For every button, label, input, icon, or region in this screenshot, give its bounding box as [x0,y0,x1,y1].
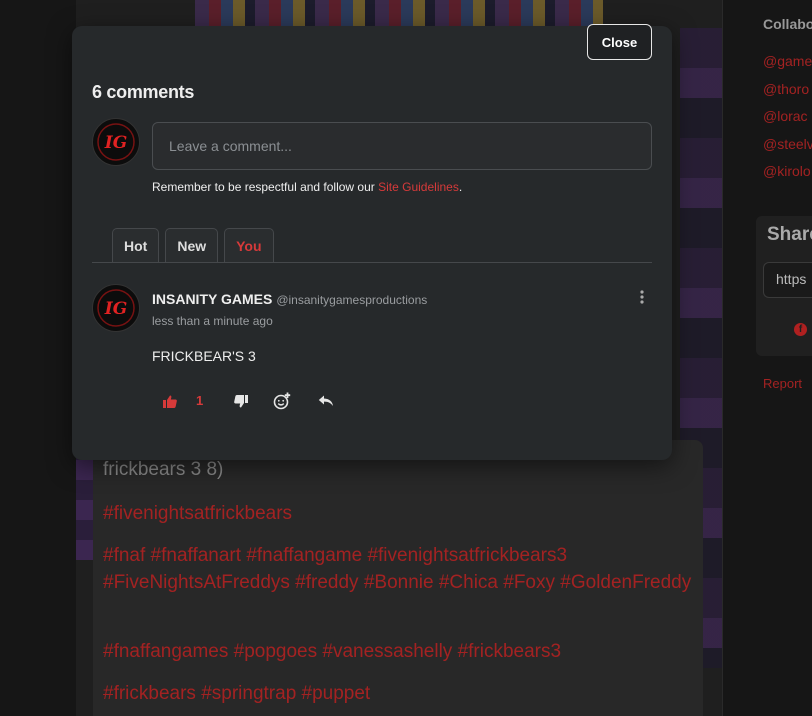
hashtag-line[interactable]: #fnaffangames #popgoes #vanessashelly #f… [103,638,693,665]
close-button[interactable]: Close [587,24,652,60]
like-count: 1 [196,393,204,408]
author-name[interactable]: INSANITY GAMES [152,291,272,307]
collaborator-link[interactable]: @steelv [763,136,812,152]
report-link[interactable]: Report [763,376,802,391]
hashtag-line[interactable]: #frickbears #springtrap #puppet [103,680,693,707]
collaborator-link[interactable]: @lorac [763,108,808,124]
facebook-icon[interactable]: f [794,323,807,336]
description-text: frickbears 3 8) [103,459,224,480]
comments-modal: Close 6 comments IG Remember to be respe… [72,24,672,460]
comment-count: 6 comments [92,82,195,102]
like-button[interactable] [159,390,181,412]
game-banner-image [195,0,603,28]
collaborator-link[interactable]: @thoro [763,81,809,97]
author-handle: @insanitygamesproductions [276,293,428,307]
comment-input[interactable] [152,122,652,170]
thumbs-down-icon [234,394,248,407]
more-options-icon[interactable] [632,290,652,310]
tab-you[interactable]: You [224,228,274,262]
thumbs-up-icon [163,395,177,408]
share-url-field[interactable]: https [763,262,812,298]
comment-author-avatar[interactable]: IG [92,284,140,332]
current-user-avatar[interactable]: IG [92,118,140,166]
comment-timestamp: less than a minute ago [152,314,273,328]
svg-text:IG: IG [104,133,127,153]
ig-logo-icon: IG [97,289,135,327]
collaborator-link[interactable]: @kirolo [763,163,811,179]
hashtag-line[interactable]: #fivenightsatfrickbears [103,500,693,527]
tabs-divider [92,262,652,263]
ig-logo-icon: IG [97,123,135,161]
tab-hot[interactable]: Hot [112,228,160,262]
guidelines-notice: Remember to be respectful and follow our… [152,180,463,194]
comment-author: INSANITY GAMES @insanitygamesproductions [152,291,427,307]
left-gutter [0,0,76,716]
dislike-button[interactable] [230,390,252,412]
comment-sort-tabs: Hot New You [112,228,274,262]
share-heading: Share [767,224,812,245]
add-emoji-icon [273,392,291,410]
hashtag-line[interactable]: #fnaf #fnaffanart #fnaffangame #fivenigh… [103,542,693,596]
svg-text:IG: IG [104,299,127,319]
reply-button[interactable] [315,390,337,412]
reply-arrow-icon [318,395,333,406]
collaborators-heading: Collabo [763,16,812,32]
collaborator-link[interactable]: @game [763,53,812,69]
comment-body: FRICKBEAR'S 3 [152,348,256,364]
site-guidelines-link[interactable]: Site Guidelines [378,180,459,194]
tab-new[interactable]: New [165,228,219,262]
add-reaction-button[interactable] [271,390,293,412]
